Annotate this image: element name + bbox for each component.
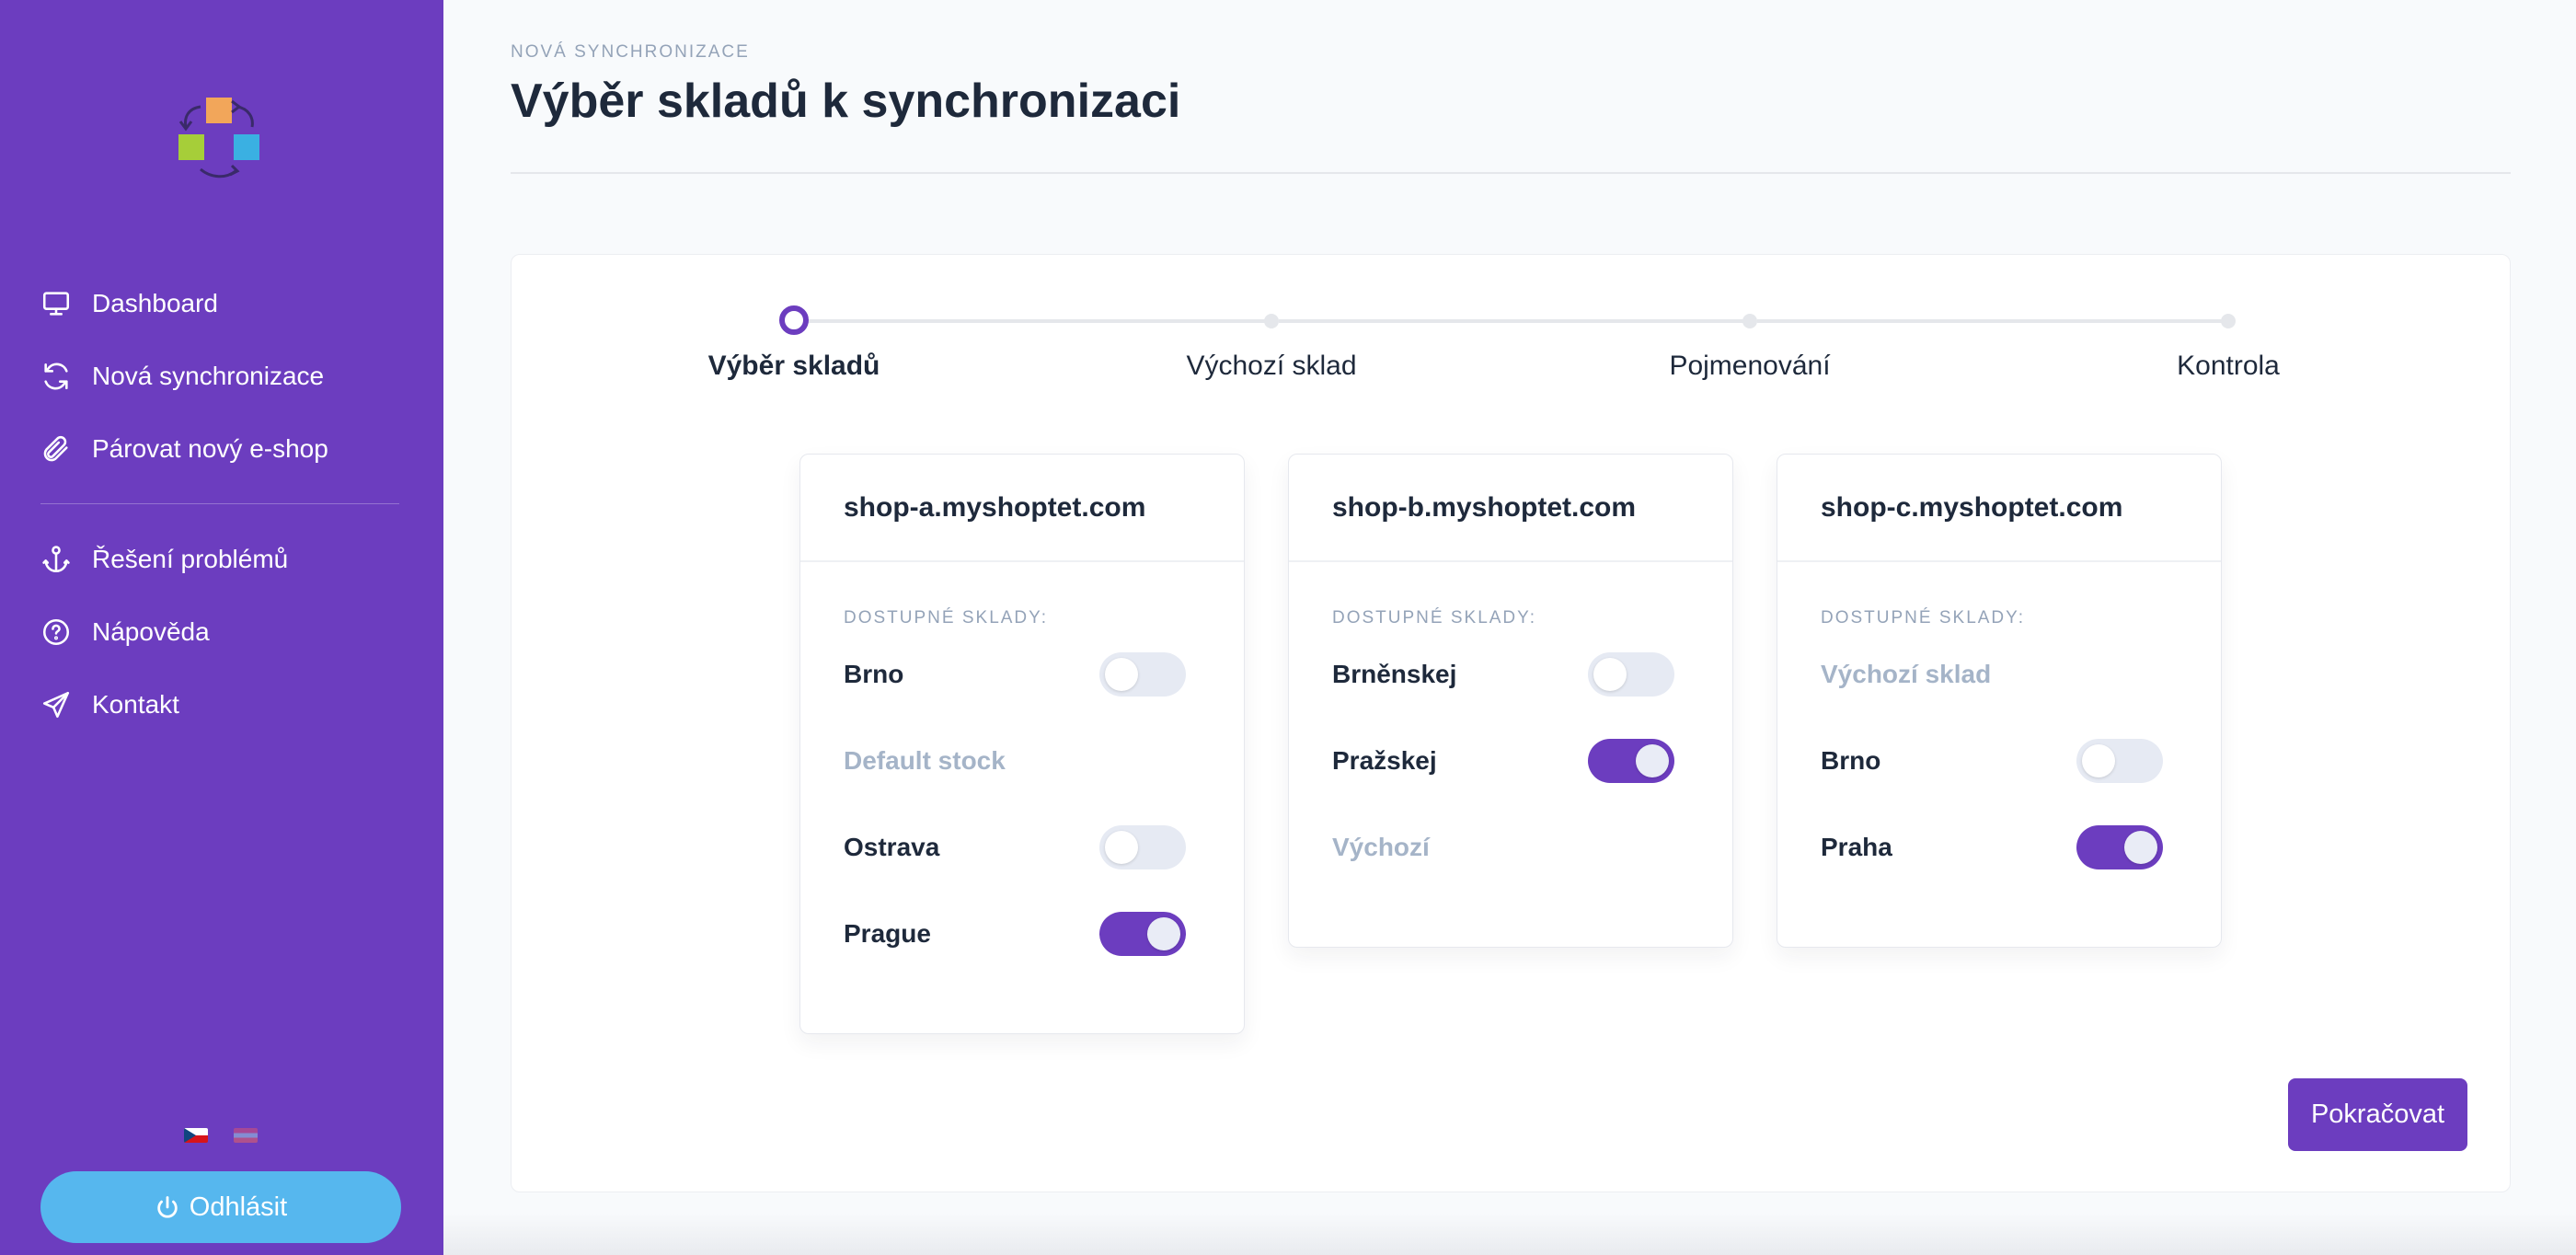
sidebar-item-label: Nová synchronizace xyxy=(92,361,325,390)
step-connector xyxy=(1757,319,2228,323)
stock-row: Pražskej xyxy=(1332,718,1674,804)
logout-button[interactable]: Odhlásit xyxy=(40,1171,401,1243)
continue-button[interactable]: Pokračovat xyxy=(2288,1078,2467,1151)
sidebar-item-troubleshooting[interactable]: Řešení problémů xyxy=(40,523,399,595)
stock-row: Brněnskej xyxy=(1332,631,1674,718)
sync-icon xyxy=(40,361,72,392)
available-stocks-label: DOSTUPNÉ SKLADY: xyxy=(1821,608,2026,628)
language-switcher xyxy=(184,1128,258,1143)
stock-row: Prague xyxy=(844,891,1186,977)
sidebar-item-label: Řešení problémů xyxy=(92,544,289,573)
sidebar-item-label: Nápověda xyxy=(92,616,210,646)
stock-row: Brno xyxy=(1821,718,2163,804)
stock-name-default: Výchozí sklad xyxy=(1821,660,1992,688)
sidebar-item-help[interactable]: Nápověda xyxy=(40,595,399,668)
step-label-default-stock: Výchozí sklad xyxy=(1186,351,1357,381)
step-connector xyxy=(1279,319,1750,323)
step-connector xyxy=(800,319,1271,323)
sidebar-item-contact[interactable]: Kontakt xyxy=(40,668,399,741)
app-logo[interactable] xyxy=(175,92,263,180)
stock-row: Default stock xyxy=(844,718,1186,804)
stock-name: Pražskej xyxy=(1332,746,1437,775)
step-dot xyxy=(2221,314,2236,328)
bottom-shadow xyxy=(443,1213,2576,1255)
shop-name: shop-b.myshoptet.com xyxy=(1289,455,1732,562)
stock-toggle-ostrava[interactable] xyxy=(1099,825,1186,869)
stock-name: Prague xyxy=(844,919,931,948)
stock-name: Ostrava xyxy=(844,833,940,861)
shop-name: shop-c.myshoptet.com xyxy=(1777,455,2221,562)
stock-name: Praha xyxy=(1821,833,1892,861)
step-dot xyxy=(1264,314,1279,328)
stock-toggle-praha[interactable] xyxy=(2076,825,2163,869)
available-stocks-label: DOSTUPNÉ SKLADY: xyxy=(1332,608,1537,628)
paperclip-icon xyxy=(40,433,72,465)
stock-toggle-prazskej[interactable] xyxy=(1588,739,1674,783)
sidebar-item-label: Párovat nový e-shop xyxy=(92,433,328,463)
step-dot xyxy=(1742,314,1757,328)
step-label-review: Kontrola xyxy=(2177,351,2280,381)
shop-card-b: shop-b.myshoptet.com DOSTUPNÉ SKLADY: Br… xyxy=(1288,454,1733,948)
sidebar: Dashboard Nová synchronizace Párovat nov… xyxy=(0,0,443,1255)
help-circle-icon xyxy=(40,616,72,648)
shop-card-c: shop-c.myshoptet.com DOSTUPNÉ SKLADY: Vý… xyxy=(1777,454,2222,948)
step-label-naming: Pojmenování xyxy=(1669,351,1831,381)
stock-name-default: Výchozí xyxy=(1332,833,1430,861)
anchor-icon xyxy=(40,544,72,575)
stock-toggle-brno[interactable] xyxy=(1099,652,1186,697)
en-flag-icon[interactable] xyxy=(234,1128,258,1143)
stock-row: Ostrava xyxy=(844,804,1186,891)
stock-row: Výchozí xyxy=(1332,804,1674,891)
monitor-icon xyxy=(40,288,72,319)
sidebar-item-label: Dashboard xyxy=(92,288,218,317)
nav-divider xyxy=(40,503,399,504)
sidebar-item-dashboard[interactable]: Dashboard xyxy=(40,267,399,340)
header-divider xyxy=(511,172,2511,174)
stock-row: Výchozí sklad xyxy=(1821,631,2163,718)
stock-row: Praha xyxy=(1821,804,2163,891)
stock-name: Brno xyxy=(1821,746,1881,775)
sidebar-item-new-sync[interactable]: Nová synchronizace xyxy=(40,340,399,412)
step-label-warehouses: Výběr skladů xyxy=(707,351,880,381)
stock-name: Brno xyxy=(844,660,904,688)
logout-label: Odhlásit xyxy=(189,1192,288,1222)
stock-name: Brněnskej xyxy=(1332,660,1457,688)
stock-name-default: Default stock xyxy=(844,746,1006,775)
stock-toggle-brnenskej[interactable] xyxy=(1588,652,1674,697)
stock-toggle-brno[interactable] xyxy=(2076,739,2163,783)
sidebar-item-label: Kontakt xyxy=(92,689,179,719)
shop-card-a: shop-a.myshoptet.com DOSTUPNÉ SKLADY: Br… xyxy=(799,454,1245,1034)
shop-name: shop-a.myshoptet.com xyxy=(800,455,1244,562)
page-subtitle: NOVÁ SYNCHRONIZACE xyxy=(511,42,750,62)
power-icon xyxy=(157,1196,178,1218)
available-stocks-label: DOSTUPNÉ SKLADY: xyxy=(844,608,1049,628)
send-icon xyxy=(40,689,72,720)
stock-row: Brno xyxy=(844,631,1186,718)
page-title: Výběr skladů k synchronizaci xyxy=(511,75,1181,128)
step-dot-active xyxy=(779,305,809,335)
cz-flag-icon[interactable] xyxy=(184,1128,208,1143)
sidebar-nav: Dashboard Nová synchronizace Párovat nov… xyxy=(40,267,399,741)
stock-toggle-prague[interactable] xyxy=(1099,912,1186,956)
sidebar-item-pair-eshop[interactable]: Párovat nový e-shop xyxy=(40,412,399,485)
